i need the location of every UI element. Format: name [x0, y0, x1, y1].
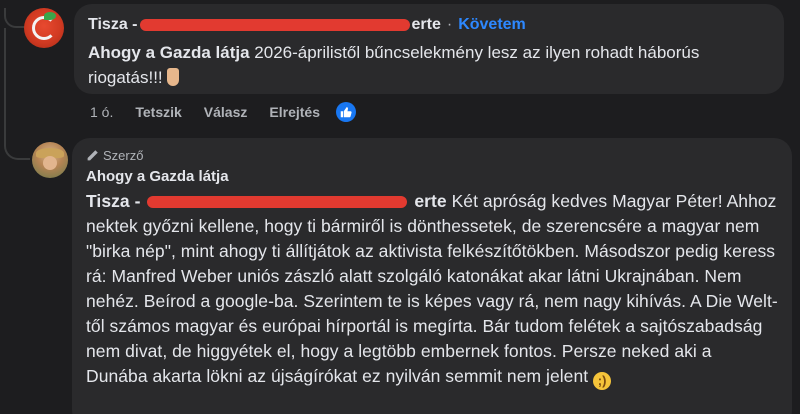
pencil-icon	[86, 149, 99, 162]
hide-button[interactable]: Elrejtés	[269, 104, 320, 120]
author-name-prefix[interactable]: Tisza -	[88, 14, 138, 36]
author-badge-label: Szerző	[103, 147, 144, 163]
redaction-mark	[147, 196, 408, 209]
avatar[interactable]	[24, 8, 64, 48]
thread-connector-curve	[4, 138, 30, 160]
author-badge: Szerző	[86, 146, 778, 164]
redaction-mark	[139, 19, 410, 31]
thumbs-up-icon	[340, 107, 352, 118]
comment-bubble: Tisza - erte · Követem Ahogy a Gazda lát…	[74, 4, 784, 94]
pointing-up-emoji-icon	[167, 68, 180, 86]
separator-dot: ·	[446, 16, 453, 33]
comment-header: Tisza - erte · Követem	[88, 14, 770, 36]
timestamp[interactable]: 1 ó.	[90, 104, 113, 120]
follow-button[interactable]: Követem	[458, 14, 526, 36]
comment-thread: Tisza - erte · Követem Ahogy a Gazda lát…	[0, 0, 800, 414]
winking-face-emoji-icon: ;)	[593, 372, 612, 390]
comment-actions: 1 ó. Tetszik Válasz Elrejtés	[90, 102, 378, 122]
mention-link-prefix[interactable]: Tisza -	[86, 191, 141, 211]
like-reaction-icon[interactable]	[335, 102, 356, 122]
author-name[interactable]: Ahogy a Gazda látja	[86, 166, 778, 188]
comment-text: Tisza - erte Két apróság kedves Magyar P…	[86, 189, 778, 390]
mention-link-suffix[interactable]: erte	[414, 191, 446, 211]
comment-body: Két apróság kedves Magyar Péter! Ahhoz n…	[86, 191, 778, 386]
reply-button[interactable]: Válasz	[204, 104, 248, 120]
avatar[interactable]	[32, 142, 68, 178]
mention-link[interactable]: Ahogy a Gazda látja	[88, 43, 250, 62]
comment-text: Ahogy a Gazda látja 2026-áprilistől bűnc…	[88, 40, 770, 90]
comment-bubble: Szerző Ahogy a Gazda látja Tisza - erte …	[72, 138, 792, 414]
like-button[interactable]: Tetszik	[135, 104, 181, 120]
author-name-suffix[interactable]: erte	[412, 14, 441, 36]
thread-connector-top	[4, 8, 26, 28]
thread-connector-line	[4, 28, 6, 140]
